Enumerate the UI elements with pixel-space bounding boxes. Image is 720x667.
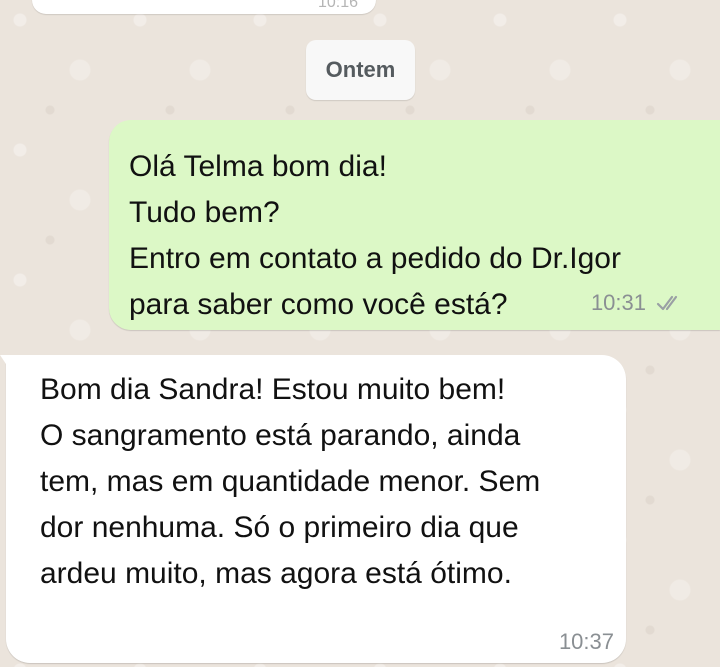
date-separator: Ontem [306, 40, 415, 100]
incoming-message-bubble[interactable]: Bom dia Sandra! Estou muito bem! O sangr… [0, 355, 626, 663]
outgoing-message-bubble[interactable]: Olá Telma bom dia! Tudo bem? Entro em co… [109, 120, 720, 330]
incoming-message-meta: 10:37 [559, 629, 614, 655]
previous-message-time: 10:16 [317, 0, 358, 11]
incoming-message-text: Bom dia Sandra! Estou muito bem! O sangr… [40, 373, 541, 590]
previous-message-bubble[interactable]: 10:16 [32, 0, 376, 14]
double-check-icon [656, 294, 686, 312]
outgoing-message-time: 10:31 [590, 290, 646, 315]
outgoing-message-meta: 10:31 [591, 290, 686, 316]
incoming-message-time: 10:37 [558, 629, 614, 654]
